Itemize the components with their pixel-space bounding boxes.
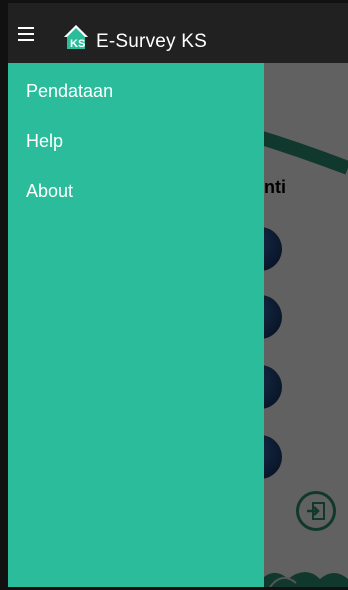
- house-ks-logo-icon: KS: [64, 25, 88, 50]
- navigation-drawer: Pendataan Help About: [8, 63, 264, 587]
- hamburger-menu-icon[interactable]: [18, 27, 34, 41]
- device-frame: nti KS E-Survey: [0, 0, 348, 590]
- drawer-item-help[interactable]: Help: [8, 116, 264, 166]
- drawer-item-about[interactable]: About: [8, 166, 264, 216]
- app-title: E-Survey KS: [96, 31, 207, 52]
- screen: nti KS E-Survey: [8, 3, 348, 587]
- drawer-menu-list: Pendataan Help About: [8, 66, 264, 216]
- svg-text:KS: KS: [70, 38, 85, 50]
- app-bar: KS E-Survey KS: [8, 3, 348, 63]
- drawer-item-pendataan[interactable]: Pendataan: [8, 66, 264, 116]
